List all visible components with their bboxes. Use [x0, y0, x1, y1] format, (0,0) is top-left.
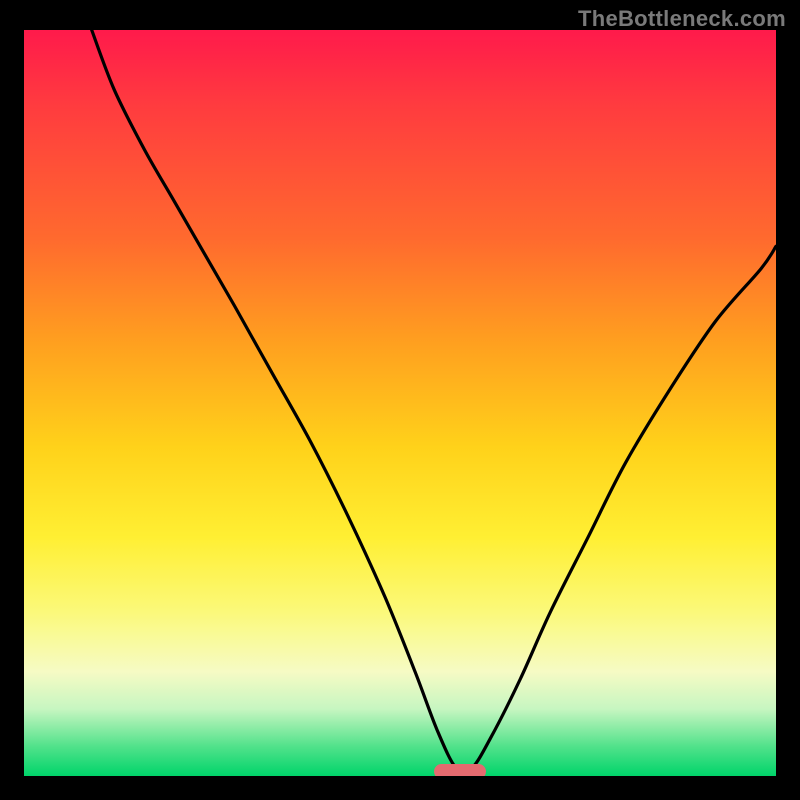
plot-area — [24, 30, 776, 776]
minimum-marker — [434, 764, 487, 776]
chart-frame: TheBottleneck.com — [0, 0, 800, 800]
watermark-text: TheBottleneck.com — [578, 6, 786, 32]
bottleneck-curve — [24, 30, 776, 776]
